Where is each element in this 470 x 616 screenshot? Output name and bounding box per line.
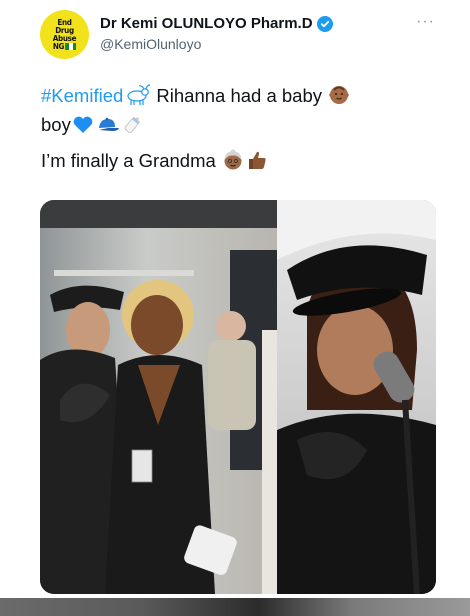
tweet-text-boy: boy [41,114,71,135]
author-handle[interactable]: @KemiOlunloyo [100,36,201,52]
nigeria-flag-icon [65,43,77,50]
tweet-text-line-2: boy [41,113,145,141]
older-woman-emoji-icon [222,149,244,177]
tweet-text-line-1: #Kemified Rihanna had a baby [41,84,351,112]
baby-emoji-icon [328,84,350,112]
blue-heart-emoji-icon [72,115,94,141]
avatar-text-ng: NG [52,41,65,51]
media-photo-right[interactable] [277,200,436,594]
author-name-row: Dr Kemi OLUNLOYO Pharm.D [100,15,333,32]
verified-badge-icon [316,15,333,32]
tweet-text-line-3: I’m finally a Grandma [41,149,269,177]
thumbs-up-emoji-icon [246,149,268,177]
tweet-text-rihanna: Rihanna had a baby [151,85,328,106]
tweet-media-grid[interactable] [40,200,436,594]
author-avatar[interactable]: End Drug Abuse NG [40,10,89,59]
tweet-text-grandma: I’m finally a Grandma [41,150,221,171]
next-content-strip [0,598,470,616]
author-display-name[interactable]: Dr Kemi OLUNLOYO Pharm.D [100,15,313,32]
goat-emoji-icon [124,84,151,112]
blue-cap-emoji-icon [96,115,120,141]
avatar-ng-row: NG [52,41,77,51]
media-photo-left[interactable] [40,200,277,594]
baby-bottle-emoji-icon [122,113,144,141]
more-options-icon[interactable]: ··· [416,13,435,31]
hashtag-link[interactable]: #Kemified [41,85,123,106]
tweet-card[interactable]: End Drug Abuse NG Dr Kemi OLUNLOYO Pharm… [0,0,470,598]
